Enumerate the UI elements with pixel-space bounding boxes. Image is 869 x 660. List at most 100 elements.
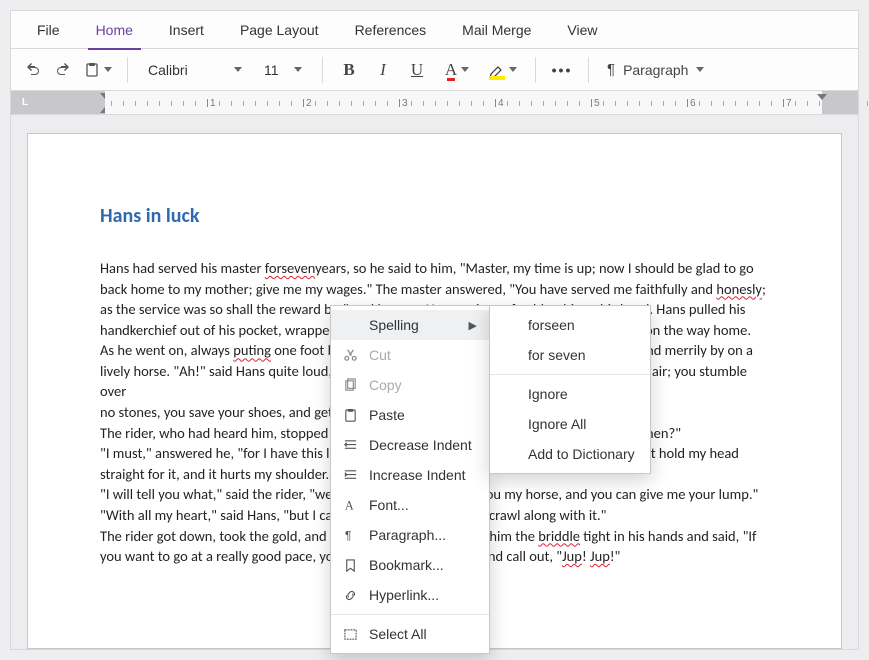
paragraph-style-dropdown[interactable]: ¶ Paragraph (601, 61, 710, 78)
text-run[interactable]: straight for it, and it hurts my shoulde… (100, 465, 335, 483)
para-icon: ¶ (341, 528, 359, 543)
menu-tab-references[interactable]: References (337, 11, 445, 49)
undo-button[interactable] (21, 56, 45, 84)
ruler-tick (675, 95, 676, 111)
ruler-left-margin[interactable] (39, 91, 105, 114)
font-color-dropdown[interactable]: A (437, 60, 477, 80)
underline-button[interactable]: U (403, 60, 431, 80)
context-menu-item-select-all[interactable]: Select All (331, 619, 489, 649)
menu-tab-mail-merge[interactable]: Mail Merge (444, 11, 549, 49)
highlight-color-dropdown[interactable] (483, 62, 523, 78)
ruler-right-margin[interactable] (822, 91, 858, 114)
context-menu-label: Cut (369, 347, 391, 363)
context-menu-label: Spelling (369, 317, 419, 333)
text-line[interactable]: back home to my mother; give me my wages… (100, 279, 769, 300)
separator (588, 57, 589, 83)
ruler-tick (315, 95, 316, 111)
context-menu-item-bookmark[interactable]: Bookmark... (331, 550, 489, 580)
misspelled-word[interactable]: briddle (538, 527, 580, 545)
text-run[interactable]: As he went on, always (100, 341, 233, 359)
text-run[interactable]: years, so he said to him, "Master, my ti… (315, 259, 753, 277)
link-icon (341, 588, 359, 603)
menu-tab-insert[interactable]: Insert (151, 11, 222, 49)
select-icon (341, 627, 359, 642)
ruler-tick (279, 95, 280, 111)
ruler-tick (759, 95, 760, 111)
menu-bar: FileHomeInsertPage LayoutReferencesMail … (11, 11, 858, 49)
app-frame: FileHomeInsertPage LayoutReferencesMail … (10, 10, 859, 650)
misspelled-word[interactable]: forseven (265, 259, 315, 277)
text-run[interactable]: ! (582, 547, 590, 565)
spelling-action-ignore-all[interactable]: Ignore All (490, 409, 650, 439)
text-run[interactable]: Hans had served his master (100, 259, 265, 277)
ruler-scale[interactable]: 1234567 (105, 91, 822, 114)
separator (127, 57, 128, 83)
context-menu-label: Bookmark... (369, 557, 444, 573)
text-run[interactable]: tight in his hands and said, "If (580, 527, 756, 545)
ruler-tick-major: 7 (783, 95, 792, 111)
context-menu-item-decrease-indent[interactable]: Decrease Indent (331, 430, 489, 460)
font-name-combo[interactable]: Calibri (140, 56, 250, 84)
spelling-action-ignore[interactable]: Ignore (490, 379, 650, 409)
context-menu-label: Increase Indent (369, 467, 466, 483)
action-label: Add to Dictionary (528, 446, 635, 462)
ruler: L 1234567 (11, 91, 858, 115)
ruler-tick (603, 95, 604, 111)
ruler-tick (267, 95, 268, 111)
ruler-tick (363, 95, 364, 111)
menu-tab-page-layout[interactable]: Page Layout (222, 11, 337, 49)
context-menu-item-font[interactable]: AFont... (331, 490, 489, 520)
ruler-tick (867, 95, 868, 111)
misspelled-word[interactable]: honesly (716, 280, 762, 298)
clipboard-dropdown[interactable] (81, 56, 115, 84)
ruler-tick-major: 6 (687, 95, 696, 111)
ruler-tick (243, 95, 244, 111)
context-menu-label: Select All (369, 626, 427, 642)
ruler-tick (567, 95, 568, 111)
ruler-tick (747, 95, 748, 111)
context-menu-label: Decrease Indent (369, 437, 472, 453)
context-menu-separator (490, 374, 650, 375)
ruler-corner[interactable]: L (11, 91, 39, 114)
context-menu-label: Hyperlink... (369, 587, 439, 603)
action-label: Ignore All (528, 416, 586, 432)
ruler-tick (639, 95, 640, 111)
context-menu-label: Copy (369, 377, 402, 393)
text-run[interactable]: back home to my mother; give me my wages… (100, 280, 716, 298)
redo-button[interactable] (51, 56, 75, 84)
spelling-suggestion[interactable]: for seven (490, 340, 650, 370)
suggestion-label: for seven (528, 347, 586, 363)
context-menu-item-cut: Cut (331, 340, 489, 370)
misspelled-word[interactable]: puting (233, 341, 271, 359)
context-menu-item-increase-indent[interactable]: Increase Indent (331, 460, 489, 490)
ruler-tick-major: 4 (495, 95, 504, 111)
bold-button[interactable]: B (335, 60, 363, 80)
more-button[interactable]: ••• (548, 62, 576, 78)
ruler-tick (711, 95, 712, 111)
context-menu-item-spelling[interactable]: Spelling▶ (331, 310, 489, 340)
text-run[interactable]: !" (610, 547, 621, 565)
menu-tab-view[interactable]: View (549, 11, 615, 49)
font-size-combo[interactable]: 11 (256, 56, 310, 84)
copy-icon (341, 378, 359, 393)
ruler-tick (735, 95, 736, 111)
ruler-tick (435, 95, 436, 111)
ruler-tick (387, 95, 388, 111)
text-line[interactable]: Hans had served his master forsevenyears… (100, 258, 769, 279)
menu-tab-file[interactable]: File (19, 11, 78, 49)
ruler-tick (543, 95, 544, 111)
context-menu-item-hyperlink[interactable]: Hyperlink... (331, 580, 489, 610)
italic-button[interactable]: I (369, 60, 397, 80)
spelling-suggestion[interactable]: forseen (490, 310, 650, 340)
misspelled-word[interactable]: Jup (590, 547, 610, 565)
context-menu-item-paragraph[interactable]: ¶Paragraph... (331, 520, 489, 550)
spelling-action-add-to-dictionary[interactable]: Add to Dictionary (490, 439, 650, 469)
document-title[interactable]: Hans in luck (100, 204, 769, 228)
separator (322, 57, 323, 83)
menu-tab-home[interactable]: Home (78, 11, 151, 49)
ruler-tick (795, 95, 796, 111)
cut-icon (341, 348, 359, 363)
context-menu-item-paste[interactable]: Paste (331, 400, 489, 430)
misspelled-word[interactable]: Jup (562, 547, 582, 565)
text-run[interactable]: ; (762, 280, 766, 298)
